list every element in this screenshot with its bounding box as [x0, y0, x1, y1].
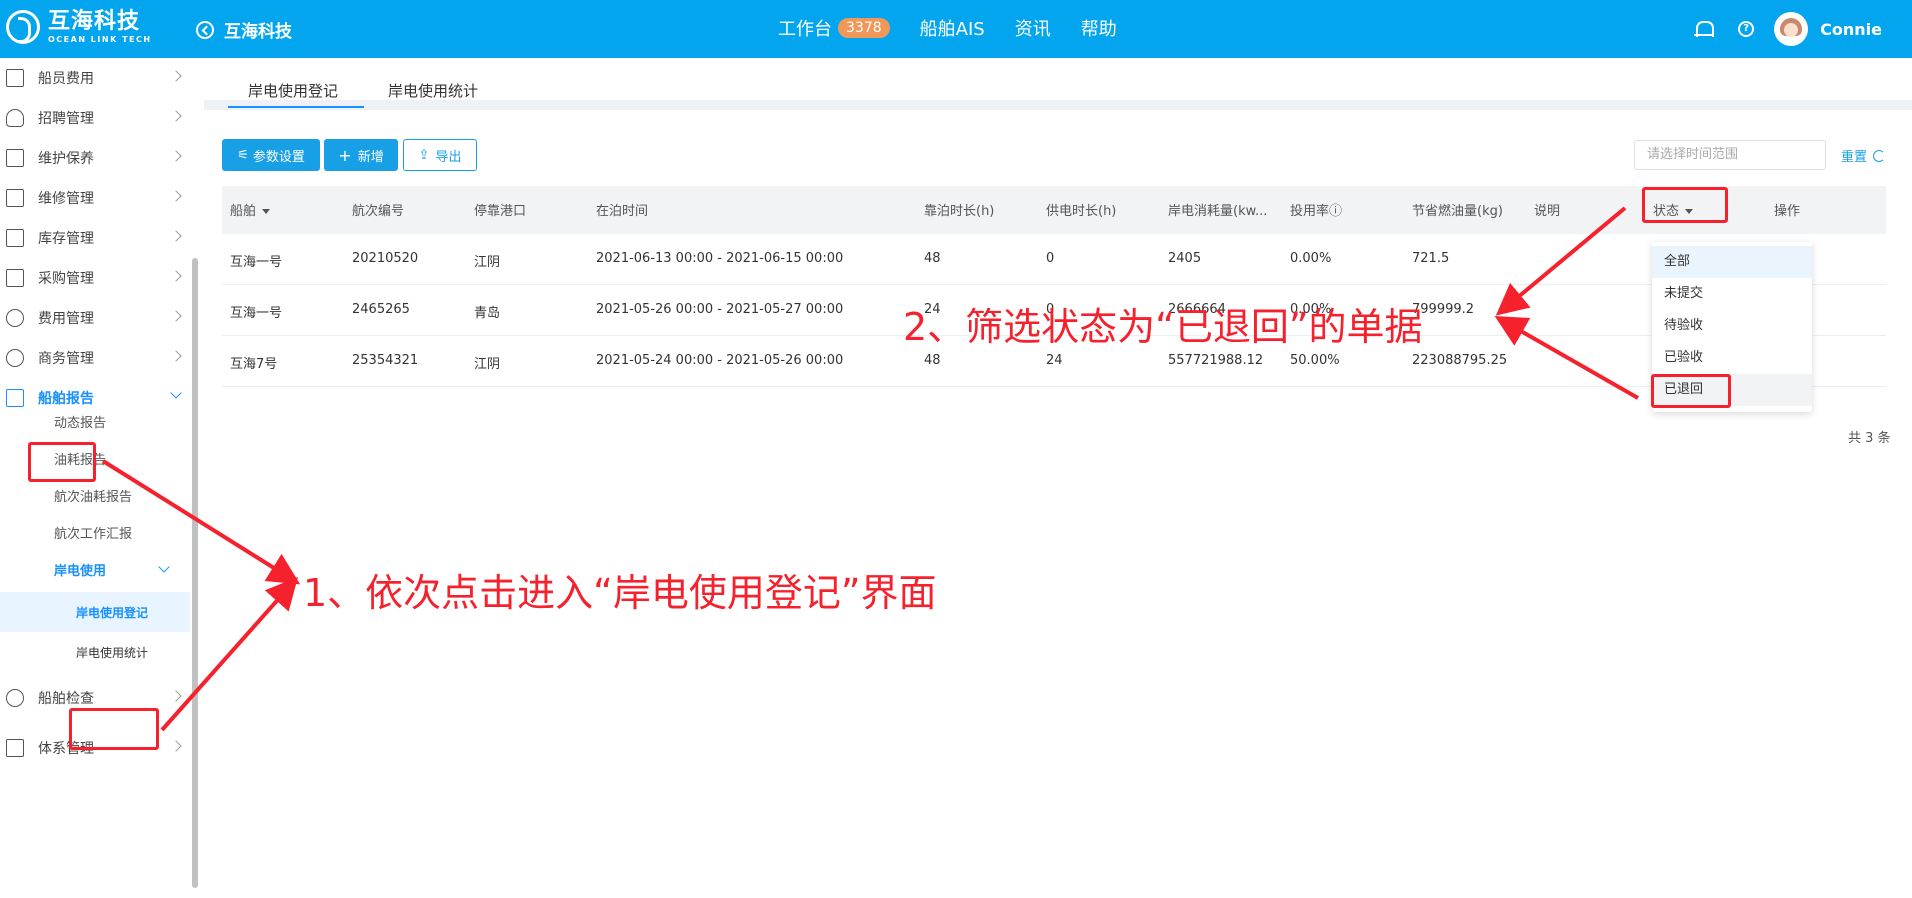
arrow-to-step1-from-leaf	[160, 577, 298, 732]
arrow-to-step2-from-option	[1494, 316, 1639, 400]
arrow-to-step1	[101, 459, 301, 585]
annotation-step1: 1、依次点击进入“岸电使用登记”界面	[303, 571, 937, 615]
annotation-arrows	[101, 206, 1639, 732]
arrow-to-step2	[1495, 206, 1627, 316]
annotation-step2: 2、筛选状态为“已退回”的单据	[903, 305, 1423, 349]
